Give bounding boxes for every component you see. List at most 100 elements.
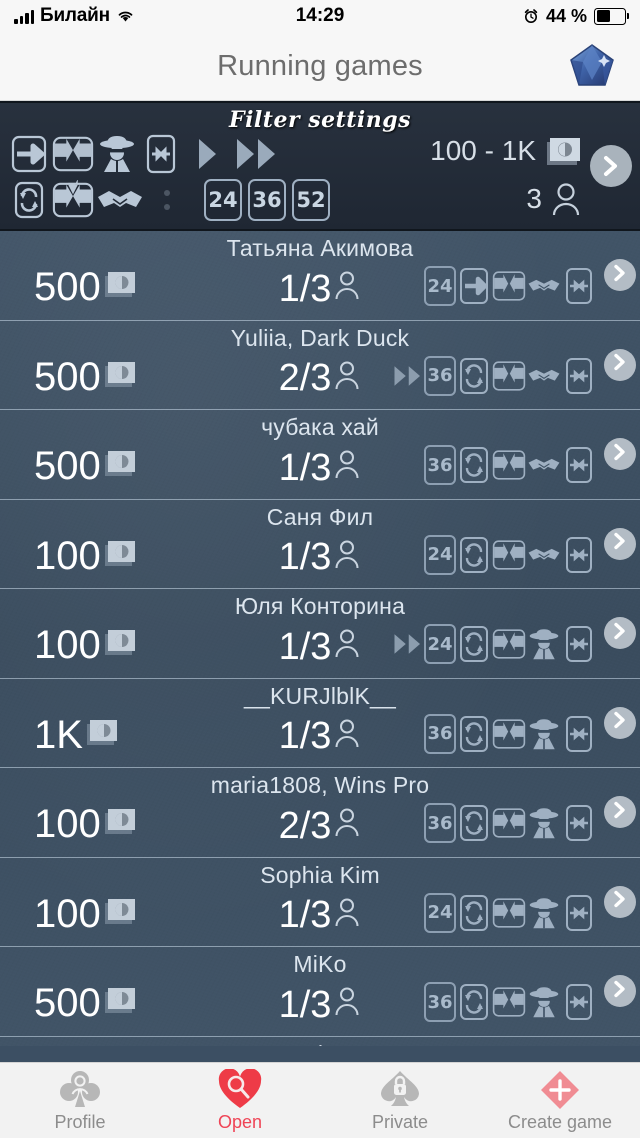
spade-lock-icon [381, 1070, 419, 1106]
list-item-partial[interactable]: Vad Zu [0, 1037, 640, 1047]
game-host-name: Саня Фил [266, 503, 374, 530]
device-icon [562, 713, 596, 755]
game-mode-icons: 24 [393, 621, 596, 667]
game-join-button[interactable] [604, 259, 636, 292]
game-host-name: Sophia Kim [260, 861, 380, 888]
filter-bet-range[interactable]: 100 - 1K [430, 127, 582, 175]
loop-icon[interactable] [8, 178, 50, 222]
loop-icon [457, 444, 491, 486]
game-row[interactable]: Юля Конторина 100 1/3 24 [0, 589, 640, 679]
cross-transfer-icon[interactable] [52, 178, 94, 222]
filter-player-count[interactable]: 3 [430, 175, 582, 223]
game-row[interactable]: Sophia Kim 100 1/3 24 [0, 858, 640, 947]
game-row[interactable]: Татьяна Акимова 500 1/3 24 [0, 231, 640, 321]
game-join-button[interactable] [604, 617, 636, 650]
page-title: Running games [217, 49, 423, 82]
card-count-badge: 24 [424, 892, 456, 933]
tab-create-game-label: Create game [507, 1111, 613, 1132]
game-players-label: 1/3 [278, 894, 332, 936]
card-count-36[interactable]: 36 [248, 179, 286, 221]
tab-profile[interactable]: Profile [0, 1069, 160, 1133]
person-icon [333, 985, 361, 1024]
person-icon [333, 538, 361, 577]
game-row[interactable]: Саня Фил 100 1/3 24 [0, 500, 640, 589]
device-icon [562, 355, 596, 397]
club-profile-icon [60, 1070, 100, 1107]
card-count-badge: 36 [424, 803, 456, 843]
bandit-icon [527, 623, 561, 665]
filter-row-2: 24 36 52 [8, 177, 330, 223]
game-players-label: 1/3 [278, 267, 332, 310]
tab-open-label: Open [217, 1111, 263, 1132]
transfer-icon [492, 265, 526, 307]
loop-icon [457, 355, 491, 397]
device-icon [562, 981, 596, 1023]
bandit-icon[interactable] [96, 132, 138, 176]
transfer-icon [492, 981, 526, 1023]
app-header: Running games [0, 32, 640, 101]
filter-player-count-label: 3 [526, 183, 542, 214]
speed-fast-icon [393, 355, 423, 397]
handshake-icon [527, 265, 561, 307]
game-join-button[interactable] [604, 348, 636, 381]
device-icon [562, 265, 596, 307]
card-count-badge: 24 [424, 534, 456, 575]
card-count-badge: 36 [424, 445, 456, 485]
game-join-button[interactable] [604, 527, 636, 560]
chevron-right-icon [612, 801, 628, 824]
device-icon [562, 802, 596, 844]
tab-private[interactable]: Private [320, 1069, 480, 1133]
speed-fast-icon [393, 623, 423, 665]
chevron-right-icon [612, 890, 628, 913]
running-games-list[interactable]: Татьяна Акимова 500 1/3 24 Yuliia, Dark … [0, 231, 640, 1046]
game-row[interactable]: maria1808, Wins Pro 100 2/3 36 [0, 768, 640, 858]
game-row[interactable]: __KURJlblK__ 1K 1/3 36 [0, 679, 640, 768]
loop-icon [457, 534, 491, 576]
transfer-icon [492, 892, 526, 934]
game-join-button[interactable] [604, 438, 636, 471]
filter-bet-range-label: 100 - 1K [430, 135, 536, 166]
game-mode-icons: 36 [393, 353, 596, 399]
chevron-right-icon [612, 622, 628, 645]
game-row[interactable]: чубака хай 500 1/3 36 [0, 410, 640, 500]
game-players-label: 1/3 [278, 625, 332, 668]
throw-in-icon[interactable] [8, 132, 50, 176]
bottom-tab-bar[interactable]: Profile Open Private Create game [0, 1062, 640, 1138]
loop-icon [457, 623, 491, 665]
speed-normal-icon[interactable] [190, 132, 224, 176]
filter-expand-button[interactable] [590, 145, 632, 187]
loop-icon [457, 802, 491, 844]
filter-settings-panel[interactable]: Filter settings 24 36 52 100 - 1K 3 [0, 101, 640, 231]
card-count-52[interactable]: 52 [292, 179, 330, 221]
gem-icon[interactable] [566, 40, 618, 92]
game-host-name: Vad Zu [0, 1041, 640, 1047]
speed-fast-icon[interactable] [232, 132, 282, 176]
diamond-plus-icon [541, 1070, 579, 1109]
tab-open[interactable]: Open [160, 1068, 320, 1133]
person-icon [333, 717, 361, 756]
game-mode-icons: 36 [424, 800, 596, 846]
device-icon[interactable] [140, 132, 182, 176]
dots-icon[interactable] [146, 178, 188, 222]
device-icon [562, 623, 596, 665]
card-count-24[interactable]: 24 [204, 179, 242, 221]
game-mode-icons: 24 [424, 890, 596, 936]
game-host-name: Yuliia, Dark Duck [230, 324, 410, 351]
chevron-right-icon [604, 156, 617, 176]
card-count-badge: 36 [424, 982, 456, 1022]
bandit-icon [527, 892, 561, 934]
game-join-button[interactable] [604, 706, 636, 739]
handshake-icon[interactable] [96, 178, 144, 222]
tab-create-game[interactable]: Create game [480, 1069, 640, 1133]
transfer-icon[interactable] [52, 132, 94, 176]
game-join-button[interactable] [604, 796, 636, 829]
game-row[interactable]: MiKo 500 1/3 36 [0, 947, 640, 1037]
loop-icon [457, 713, 491, 755]
game-row[interactable]: Yuliia, Dark Duck 500 2/3 36 [0, 321, 640, 410]
game-host-name: __KURJlblK__ [244, 682, 396, 709]
game-join-button[interactable] [604, 975, 636, 1008]
game-mode-icons: 24 [424, 532, 596, 578]
game-host-name: Татьяна Акимова [226, 235, 414, 261]
game-join-button[interactable] [604, 885, 636, 918]
handshake-icon [527, 355, 561, 397]
